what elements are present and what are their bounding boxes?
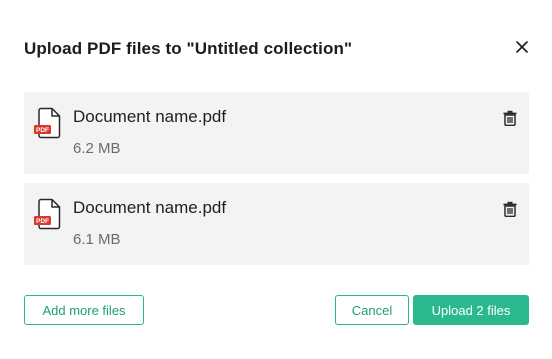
close-button[interactable]	[511, 36, 533, 58]
close-icon	[516, 41, 528, 53]
file-list-item: PDF Document name.pdf 6.2 MB	[24, 92, 529, 174]
delete-file-button[interactable]	[502, 200, 518, 218]
trash-icon	[503, 110, 517, 126]
file-size: 6.2 MB	[73, 140, 121, 157]
pdf-file-icon: PDF	[34, 198, 61, 230]
pdf-badge-label: PDF	[36, 218, 49, 225]
file-name: Document name.pdf	[73, 198, 227, 217]
file-name: Document name.pdf	[73, 107, 227, 126]
add-more-files-button[interactable]: Add more files	[24, 295, 144, 325]
pdf-badge-label: PDF	[36, 127, 49, 134]
delete-file-button[interactable]	[502, 109, 518, 127]
file-size: 6.1 MB	[73, 231, 121, 248]
dialog-title: Upload PDF files to "Untitled collection…	[24, 39, 353, 58]
pdf-file-icon: PDF	[34, 107, 61, 139]
trash-icon	[503, 201, 517, 217]
upload-files-button[interactable]: Upload 2 files	[413, 295, 529, 325]
upload-dialog: Upload PDF files to "Untitled collection…	[0, 0, 552, 359]
cancel-button[interactable]: Cancel	[335, 295, 409, 325]
file-list-item: PDF Document name.pdf 6.1 MB	[24, 183, 529, 265]
